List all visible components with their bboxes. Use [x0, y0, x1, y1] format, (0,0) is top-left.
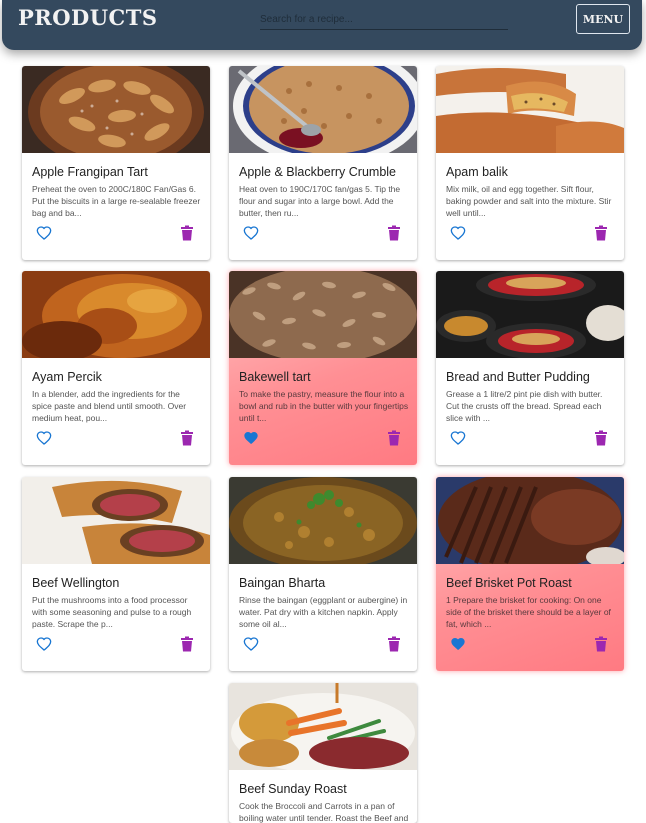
recipe-title: Bakewell tart	[239, 370, 311, 384]
recipe-description: To make the pastry, measure the flour in…	[239, 389, 409, 423]
recipe-title: Beef Wellington	[32, 576, 120, 590]
recipe-card[interactable]: Apple Frangipan Tart Preheat the oven to…	[22, 66, 210, 260]
recipe-title: Beef Brisket Pot Roast	[446, 576, 572, 590]
recipe-image	[22, 66, 210, 153]
recipe-description: 1 Prepare the brisket for cooking: On on…	[446, 595, 611, 629]
favorite-heart-icon[interactable]	[450, 430, 466, 446]
recipe-title: Apam balik	[446, 165, 508, 179]
recipe-card[interactable]: Beef Wellington Put the mushrooms into a…	[22, 477, 210, 671]
search-input[interactable]	[260, 10, 508, 30]
recipe-card[interactable]: Ayam Percik In a blender, add the ingred…	[22, 271, 210, 465]
recipe-title: Ayam Percik	[32, 370, 102, 384]
recipe-title: Apple Frangipan Tart	[32, 165, 148, 179]
delete-trash-icon[interactable]	[387, 225, 401, 241]
recipe-image	[436, 66, 624, 153]
recipe-card[interactable]: Beef Brisket Pot Roast 1 Prepare the bri…	[436, 477, 624, 671]
recipe-title: Beef Sunday Roast	[239, 782, 347, 796]
favorite-heart-icon[interactable]	[243, 636, 259, 652]
favorite-heart-icon[interactable]	[450, 225, 466, 241]
recipe-title: Bread and Butter Pudding	[446, 370, 590, 384]
recipe-image	[229, 477, 417, 564]
brand-title: PRODUCTS	[18, 5, 158, 30]
delete-trash-icon[interactable]	[594, 636, 608, 652]
recipe-title: Baingan Bharta	[239, 576, 326, 590]
recipe-description: In a blender, add the ingredients for th…	[32, 389, 187, 423]
favorite-heart-icon[interactable]	[36, 225, 52, 241]
menu-button[interactable]: MENU	[576, 4, 630, 34]
recipe-card[interactable]: Apam balik Mix milk, oil and egg togethe…	[436, 66, 624, 260]
recipe-card[interactable]: Beef Sunday Roast Cook the Broccoli and …	[229, 683, 417, 823]
delete-trash-icon[interactable]	[594, 225, 608, 241]
recipe-image	[229, 271, 417, 358]
recipe-card[interactable]: Bakewell tart To make the pastry, measur…	[229, 271, 417, 465]
delete-trash-icon[interactable]	[594, 430, 608, 446]
delete-trash-icon[interactable]	[180, 636, 194, 652]
favorite-heart-icon[interactable]	[243, 225, 259, 241]
recipe-description: Heat oven to 190C/170C fan/gas 5. Tip th…	[239, 184, 401, 218]
recipe-image	[229, 66, 417, 153]
recipe-card[interactable]: Apple & Blackberry Crumble Heat oven to …	[229, 66, 417, 260]
recipe-card[interactable]: Bread and Butter Pudding Grease a 1 litr…	[436, 271, 624, 465]
favorite-heart-icon[interactable]	[36, 430, 52, 446]
delete-trash-icon[interactable]	[387, 636, 401, 652]
app-header: PRODUCTS MENU	[2, 0, 642, 50]
recipe-description: Rinse the baingan (eggplant or aubergine…	[239, 595, 408, 629]
recipe-title: Apple & Blackberry Crumble	[239, 165, 397, 179]
recipe-description: Put the mushrooms into a food processor …	[32, 595, 192, 629]
recipe-image	[22, 271, 210, 358]
delete-trash-icon[interactable]	[180, 225, 194, 241]
recipe-description: Preheat the oven to 200C/180C Fan/Gas 6.…	[32, 184, 201, 218]
recipe-image	[229, 683, 417, 770]
delete-trash-icon[interactable]	[387, 430, 401, 446]
recipe-grid: Apple Frangipan Tart Preheat the oven to…	[0, 0, 646, 823]
recipe-card[interactable]: Baingan Bharta Rinse the baingan (eggpla…	[229, 477, 417, 671]
recipe-description: Cook the Broccoli and Carrots in a pan o…	[239, 801, 409, 823]
recipe-image	[436, 477, 624, 564]
recipe-description: Mix milk, oil and egg together. Sift flo…	[446, 184, 612, 218]
favorite-heart-icon[interactable]	[36, 636, 52, 652]
recipe-image	[436, 271, 624, 358]
favorite-heart-icon[interactable]	[450, 636, 466, 652]
favorite-heart-icon[interactable]	[243, 430, 259, 446]
delete-trash-icon[interactable]	[180, 430, 194, 446]
recipe-description: Grease a 1 litre/2 pint pie dish with bu…	[446, 389, 603, 423]
recipe-image	[22, 477, 210, 564]
